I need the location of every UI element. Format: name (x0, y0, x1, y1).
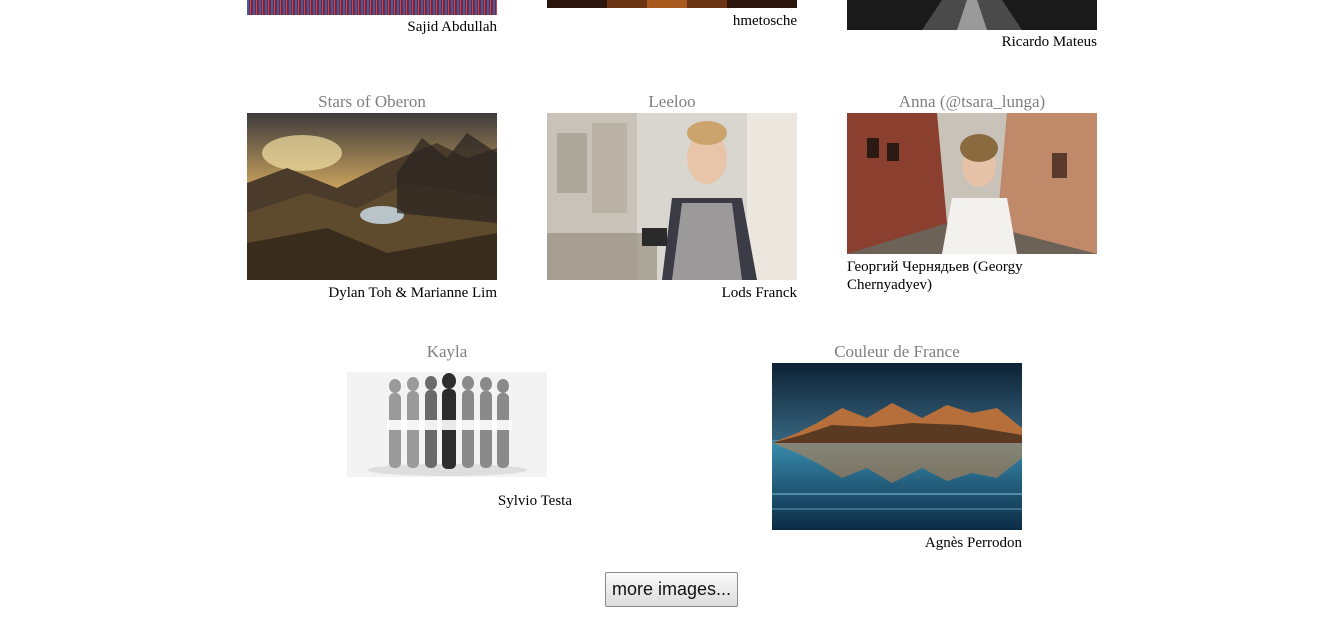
photographer-credit: Sylvio Testa (497, 493, 572, 509)
photo-title[interactable]: Anna (@tsara_lunga) (847, 92, 1097, 112)
photo-title[interactable]: Leeloo (547, 92, 797, 112)
photo-thumbnail[interactable] (547, 113, 797, 280)
photographer-credit: Ricardo Mateus (1001, 34, 1097, 50)
photo-thumbnail[interactable] (247, 113, 497, 280)
photo-thumbnail[interactable] (847, 0, 1097, 30)
photographer-credit: Lods Franck (721, 285, 797, 301)
photographer-credit: Dylan Toh & Marianne Lim (328, 285, 497, 301)
photographer-credit: Agnès Perrodon (924, 535, 1022, 551)
photo-thumbnail[interactable] (847, 113, 1097, 254)
photographer-credit: hmetosche (732, 13, 797, 29)
photo-title[interactable]: Stars of Oberon (247, 92, 497, 112)
photo-title[interactable]: Couleur de France (772, 342, 1022, 362)
photo-thumbnail[interactable] (547, 0, 797, 8)
more-images-button[interactable]: more images... (605, 572, 738, 607)
photographer-credit: Sajid Abdullah (407, 19, 497, 35)
photo-title[interactable]: Kayla (347, 342, 547, 362)
photo-thumbnail[interactable] (247, 0, 497, 15)
photographer-credit: Георгий Чернядьев (Georgy Chernyadyev) (847, 259, 1023, 293)
photo-thumbnail[interactable] (772, 363, 1022, 530)
photo-thumbnail[interactable] (347, 372, 547, 477)
